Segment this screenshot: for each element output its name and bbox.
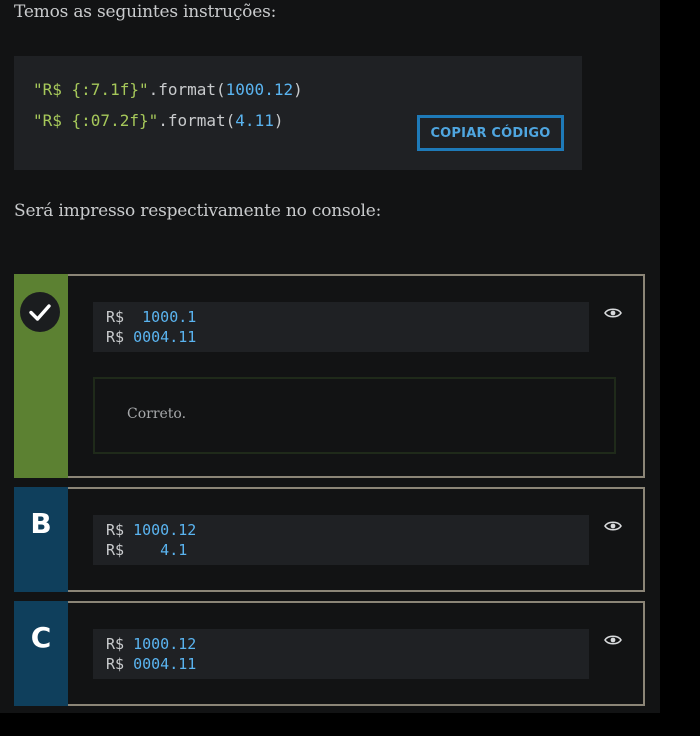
- answer-value: 4.1: [124, 541, 188, 559]
- code-method: .format(: [148, 80, 226, 99]
- copy-code-button[interactable]: COPIAR CÓDIGO: [417, 115, 564, 151]
- currency-prefix: R$: [106, 541, 125, 559]
- option-marker: C: [14, 601, 68, 706]
- exercise-page: Temos as seguintes instruções: "R$ {:7.1…: [0, 0, 660, 713]
- option-marker: B: [14, 487, 68, 592]
- check-icon: [20, 292, 60, 332]
- answer-line: R$ 4.1: [106, 540, 589, 560]
- answer-code: R$ 1000.12 R$ 4.1: [93, 515, 589, 565]
- eye-icon[interactable]: [604, 631, 622, 645]
- answer-line: R$ 0004.11: [106, 654, 589, 674]
- code-line-2: "R$ {:07.2f}".format(4.11): [33, 111, 283, 130]
- answer-value: 0004.11: [124, 655, 197, 673]
- code-block: "R$ {:7.1f}".format(1000.12) "R$ {:07.2f…: [14, 56, 582, 170]
- option-letter: B: [30, 507, 52, 540]
- currency-prefix: R$: [106, 521, 125, 539]
- code-number: 1000.12: [225, 80, 294, 99]
- answer-option-b[interactable]: B R$ 1000.12 R$ 4.1: [14, 487, 645, 592]
- answer-code: R$ 1000.12 R$ 0004.11: [93, 629, 589, 679]
- code-number: 4.11: [235, 111, 274, 130]
- answer-code: R$ 1000.1 R$ 0004.11: [93, 302, 589, 352]
- code-paren: ): [293, 80, 303, 99]
- code-paren: ): [273, 111, 284, 130]
- feedback-box: Correto.: [93, 377, 616, 454]
- answer-line: R$ 1000.1: [106, 307, 589, 327]
- code-line-1: "R$ {:7.1f}".format(1000.12): [33, 80, 303, 99]
- answer-value: 1000.1: [124, 308, 197, 326]
- option-letter: C: [30, 621, 52, 654]
- currency-prefix: R$: [106, 308, 125, 326]
- eye-icon[interactable]: [604, 304, 622, 318]
- currency-prefix: R$: [106, 328, 125, 346]
- answer-line: R$ 1000.12: [106, 520, 589, 540]
- eye-icon[interactable]: [604, 517, 622, 531]
- answer-line: R$ 1000.12: [106, 634, 589, 654]
- code-string: "R$ {:7.1f}": [33, 80, 149, 99]
- answer-line: R$ 0004.11: [106, 327, 589, 347]
- answer-value: 1000.12: [124, 521, 197, 539]
- intro-text: Temos as seguintes instruções:: [14, 2, 277, 22]
- code-string: "R$ {:07.2f}": [33, 111, 159, 130]
- question-text: Será impresso respectivamente no console…: [14, 201, 382, 221]
- currency-prefix: R$: [106, 635, 125, 653]
- answer-option-a[interactable]: R$ 1000.1 R$ 0004.11 Correto.: [14, 274, 645, 478]
- code-method: .format(: [158, 111, 236, 130]
- feedback-text: Correto.: [127, 406, 187, 422]
- currency-prefix: R$: [106, 655, 125, 673]
- answer-value: 0004.11: [124, 328, 197, 346]
- option-marker: [14, 274, 68, 478]
- answer-option-c[interactable]: C R$ 1000.12 R$ 0004.11: [14, 601, 645, 706]
- answer-value: 1000.12: [124, 635, 197, 653]
